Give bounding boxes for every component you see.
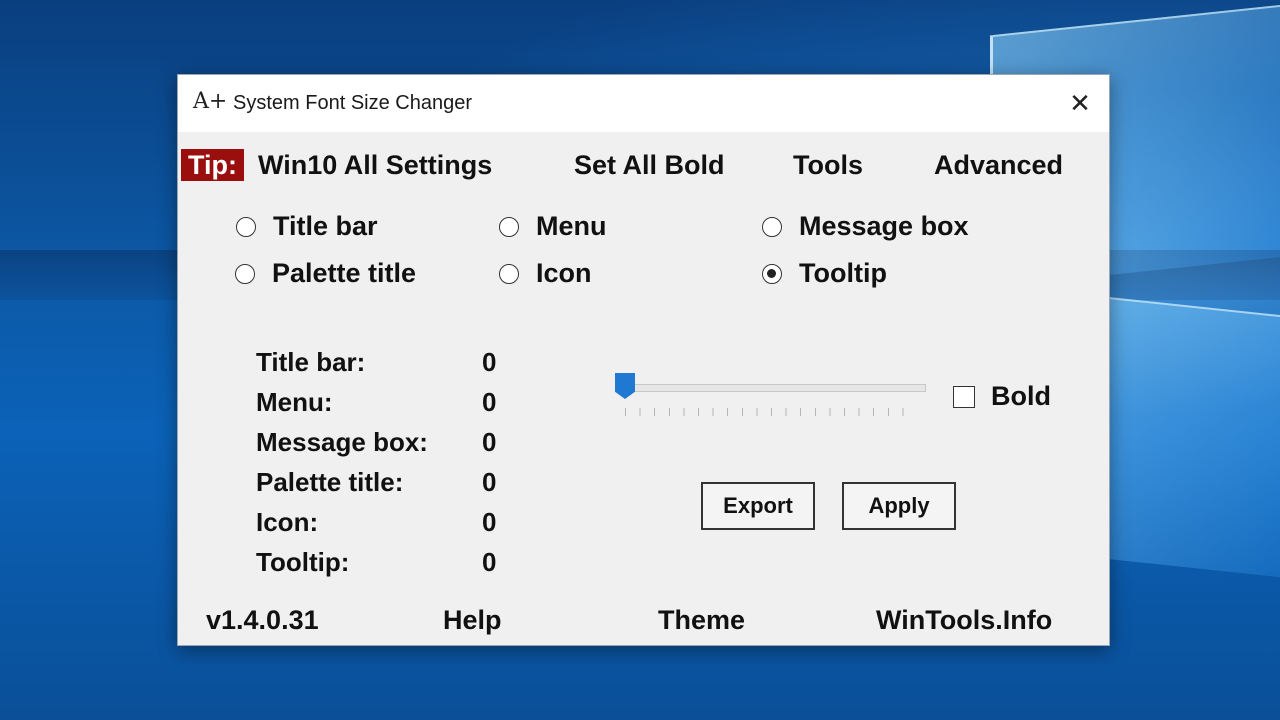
theme-link[interactable]: Theme bbox=[658, 605, 745, 636]
radio-button[interactable] bbox=[762, 216, 782, 237]
version-label: v1.4.0.31 bbox=[206, 605, 319, 635]
radio-button[interactable] bbox=[235, 263, 255, 284]
radio-label: Message box bbox=[799, 211, 969, 241]
checkbox-box[interactable] bbox=[953, 385, 975, 408]
menu-set-all-bold[interactable]: Set All Bold bbox=[574, 149, 725, 181]
export-button[interactable]: Export bbox=[701, 482, 815, 530]
menu-tools[interactable]: Tools bbox=[793, 149, 863, 181]
radio-label: Icon bbox=[536, 258, 592, 288]
stat-label-menu: Menu: bbox=[256, 387, 333, 417]
menu-win10-all-settings[interactable]: Win10 All Settings bbox=[258, 149, 492, 181]
radio-message-box[interactable]: Message box bbox=[762, 211, 969, 242]
apply-button[interactable]: Apply bbox=[842, 482, 956, 530]
tip-label: Tip: bbox=[181, 149, 244, 181]
stat-value-message-box: 0 bbox=[482, 427, 497, 457]
radio-label: Palette title bbox=[272, 258, 417, 288]
bold-checkbox[interactable]: Bold bbox=[953, 381, 1051, 412]
stat-label-title-bar: Title bar: bbox=[256, 347, 366, 377]
menu-advanced[interactable]: Advanced bbox=[934, 149, 1063, 181]
wintools-link[interactable]: WinTools.Info bbox=[876, 605, 1052, 636]
radio-tooltip[interactable]: Tooltip bbox=[762, 258, 887, 289]
font-size-slider-track[interactable] bbox=[618, 384, 926, 392]
radio-button[interactable] bbox=[499, 263, 519, 284]
stat-label-palette-title: Palette title: bbox=[256, 467, 404, 497]
font-size-slider-thumb[interactable] bbox=[615, 373, 635, 399]
app-icon: A+ bbox=[193, 89, 228, 114]
close-button[interactable]: ✕ bbox=[1051, 75, 1109, 132]
bold-label: Bold bbox=[991, 381, 1051, 411]
stat-value-palette-title: 0 bbox=[482, 467, 497, 497]
radio-label: Tooltip bbox=[799, 258, 887, 288]
window-title: System Font Size Changer bbox=[233, 92, 472, 114]
stat-label-tooltip: Tooltip: bbox=[256, 547, 350, 577]
radio-icon[interactable]: Icon bbox=[499, 258, 592, 289]
radio-menu[interactable]: Menu bbox=[499, 211, 607, 242]
stat-value-menu: 0 bbox=[482, 387, 497, 417]
help-link[interactable]: Help bbox=[443, 605, 502, 636]
radio-button[interactable] bbox=[236, 216, 256, 237]
slider-ticks bbox=[625, 408, 917, 416]
title-bar[interactable]: A+ System Font Size Changer ✕ bbox=[178, 75, 1109, 132]
stat-value-title-bar: 0 bbox=[482, 347, 497, 377]
radio-title-bar[interactable]: Title bar bbox=[236, 211, 378, 242]
radio-label: Menu bbox=[536, 211, 607, 241]
radio-button[interactable] bbox=[499, 216, 519, 237]
radio-label: Title bar bbox=[273, 211, 378, 241]
menu-bar: Tip: Win10 All Settings Set All Bold Too… bbox=[178, 133, 1109, 193]
stat-value-tooltip: 0 bbox=[482, 547, 497, 577]
radio-button[interactable] bbox=[762, 263, 782, 284]
app-window: A+ System Font Size Changer ✕ Tip: Win10… bbox=[177, 74, 1110, 646]
stat-label-icon: Icon: bbox=[256, 507, 319, 537]
radio-palette-title[interactable]: Palette title bbox=[235, 258, 416, 289]
stat-value-icon: 0 bbox=[482, 507, 497, 537]
close-icon: ✕ bbox=[1069, 88, 1091, 118]
stat-label-message-box: Message box: bbox=[256, 427, 428, 457]
